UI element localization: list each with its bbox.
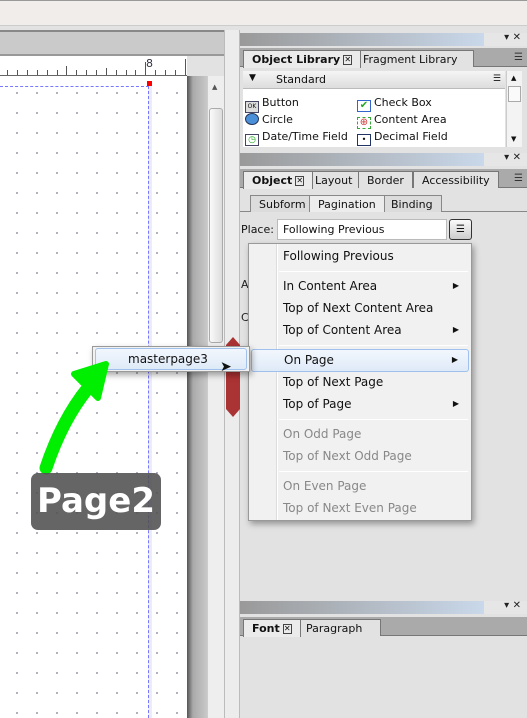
- menu-item-in-content-area[interactable]: In Content Area ▶: [251, 276, 469, 298]
- library-item-check-box[interactable]: ✔ Check Box: [357, 96, 432, 112]
- menu-item-top-of-next-page[interactable]: Top of Next Page: [251, 372, 469, 394]
- menu-item-following-previous[interactable]: Following Previous: [251, 246, 469, 268]
- check-box-icon: ✔: [357, 100, 371, 112]
- library-item-content-area[interactable]: ⊕ Content Area: [357, 113, 447, 129]
- scroll-down-icon[interactable]: ▼: [511, 135, 516, 143]
- menu-item-top-of-content-area[interactable]: Top of Content Area ▶: [251, 320, 469, 342]
- submenu-arrow-icon: ▶: [452, 281, 459, 290]
- object-list: OK Button ✔ Check Box Circle ⊕ Content Area…: [243, 89, 505, 147]
- tab-accessibility[interactable]: Accessibility: [413, 171, 499, 188]
- panel-menu-icon[interactable]: ☰: [514, 621, 523, 632]
- menu-item-on-page[interactable]: On Page ▶: [251, 349, 469, 372]
- library-item-button[interactable]: OK Button: [245, 96, 299, 113]
- panel-controls-icon[interactable]: ▾ ✕: [504, 32, 521, 43]
- panel-title-bar[interactable]: ▾ ✕: [240, 32, 527, 46]
- close-tab-icon[interactable]: ✕: [282, 624, 292, 634]
- button-icon: OK: [245, 101, 259, 113]
- app-toolbar: [0, 0, 527, 26]
- close-tab-icon[interactable]: ✕: [343, 55, 353, 65]
- collapse-triangle-icon[interactable]: ▼: [249, 73, 256, 83]
- menu-item-top-of-page[interactable]: Top of Page ▶: [251, 394, 469, 416]
- scrollbar-thumb[interactable]: [209, 108, 223, 343]
- selection-handle[interactable]: [147, 81, 152, 86]
- tab-border[interactable]: Border: [358, 171, 413, 188]
- scroll-up-icon[interactable]: ▲: [511, 74, 516, 82]
- tab-object-library[interactable]: Object Library ✕: [243, 50, 362, 68]
- circle-icon: [245, 113, 259, 125]
- margin-guide-horizontal: [0, 86, 149, 87]
- scroll-up-icon[interactable]: ▲: [212, 83, 217, 91]
- font-panel: ▾ ✕ Font ✕ Paragraph ☰: [240, 600, 527, 718]
- menu-item-on-even-page: On Even Page: [283, 479, 367, 493]
- panel-title-bar[interactable]: ▾ ✕: [240, 152, 527, 166]
- tab-paragraph[interactable]: Paragraph: [297, 619, 381, 636]
- place-label: Place:: [241, 223, 274, 236]
- subtab-pagination[interactable]: Pagination: [309, 195, 385, 212]
- ruler-label: 8: [146, 57, 153, 70]
- category-menu-icon[interactable]: ☰: [493, 74, 501, 84]
- horizontal-ruler: 8: [0, 56, 187, 76]
- category-header[interactable]: ▼ Standard ☰: [243, 71, 505, 89]
- library-item-circle[interactable]: Circle: [245, 113, 293, 126]
- canvas-margin: [187, 76, 207, 718]
- subtab-binding[interactable]: Binding: [382, 195, 442, 212]
- panel-title-bar[interactable]: ▾ ✕: [240, 600, 527, 614]
- panel-controls-icon[interactable]: ▾ ✕: [504, 600, 521, 611]
- menu-item-on-odd-page: On Odd Page: [283, 427, 362, 441]
- submenu-arrow-icon: ▶: [452, 325, 459, 334]
- menu-item-top-of-next-content-area[interactable]: Top of Next Content Area: [251, 298, 469, 320]
- list-menu-icon: ☰: [456, 224, 465, 235]
- decimal-field-icon: •: [357, 134, 371, 146]
- place-menu: Following Previous In Content Area ▶ Top …: [248, 243, 472, 521]
- canvas-scrollbar[interactable]: ▲: [207, 76, 224, 718]
- tab-layout[interactable]: Layout: [306, 171, 362, 188]
- content-area-icon: ⊕: [357, 117, 371, 129]
- mouse-cursor-icon: ➤: [220, 359, 232, 375]
- menu-item-top-of-next-even-page: Top of Next Even Page: [283, 501, 417, 515]
- margin-guide-vertical: [148, 86, 152, 718]
- place-dropdown-button[interactable]: ☰: [449, 219, 472, 240]
- annotation-label: Page2: [31, 473, 161, 530]
- panel-controls-icon[interactable]: ▾ ✕: [504, 152, 521, 163]
- library-scrollbar[interactable]: ▲ ▼: [506, 71, 522, 147]
- annotation-arrow: [39, 361, 109, 475]
- library-item-decimal-field[interactable]: • Decimal Field: [357, 130, 448, 146]
- library-item-date-time-field[interactable]: ◷ Date/Time Field: [245, 130, 348, 146]
- panel-menu-icon[interactable]: ☰: [514, 173, 523, 184]
- scrollbar-thumb[interactable]: [508, 86, 521, 102]
- close-tab-icon[interactable]: ✕: [295, 176, 305, 186]
- subtab-subform[interactable]: Subform: [250, 195, 315, 212]
- menu-item-top-of-next-odd-page: Top of Next Odd Page: [283, 449, 412, 463]
- tab-object[interactable]: Object ✕: [243, 171, 314, 189]
- tool-strip: [0, 30, 225, 56]
- place-field[interactable]: Following Previous: [277, 219, 447, 240]
- tab-fragment-library[interactable]: Fragment Library: [354, 50, 474, 67]
- date-time-icon: ◷: [245, 134, 259, 146]
- panel-menu-icon[interactable]: ☰: [514, 52, 523, 63]
- submenu-arrow-icon: ▶: [451, 355, 458, 364]
- submenu-arrow-icon: ▶: [452, 399, 459, 408]
- tab-font[interactable]: Font ✕: [243, 619, 301, 637]
